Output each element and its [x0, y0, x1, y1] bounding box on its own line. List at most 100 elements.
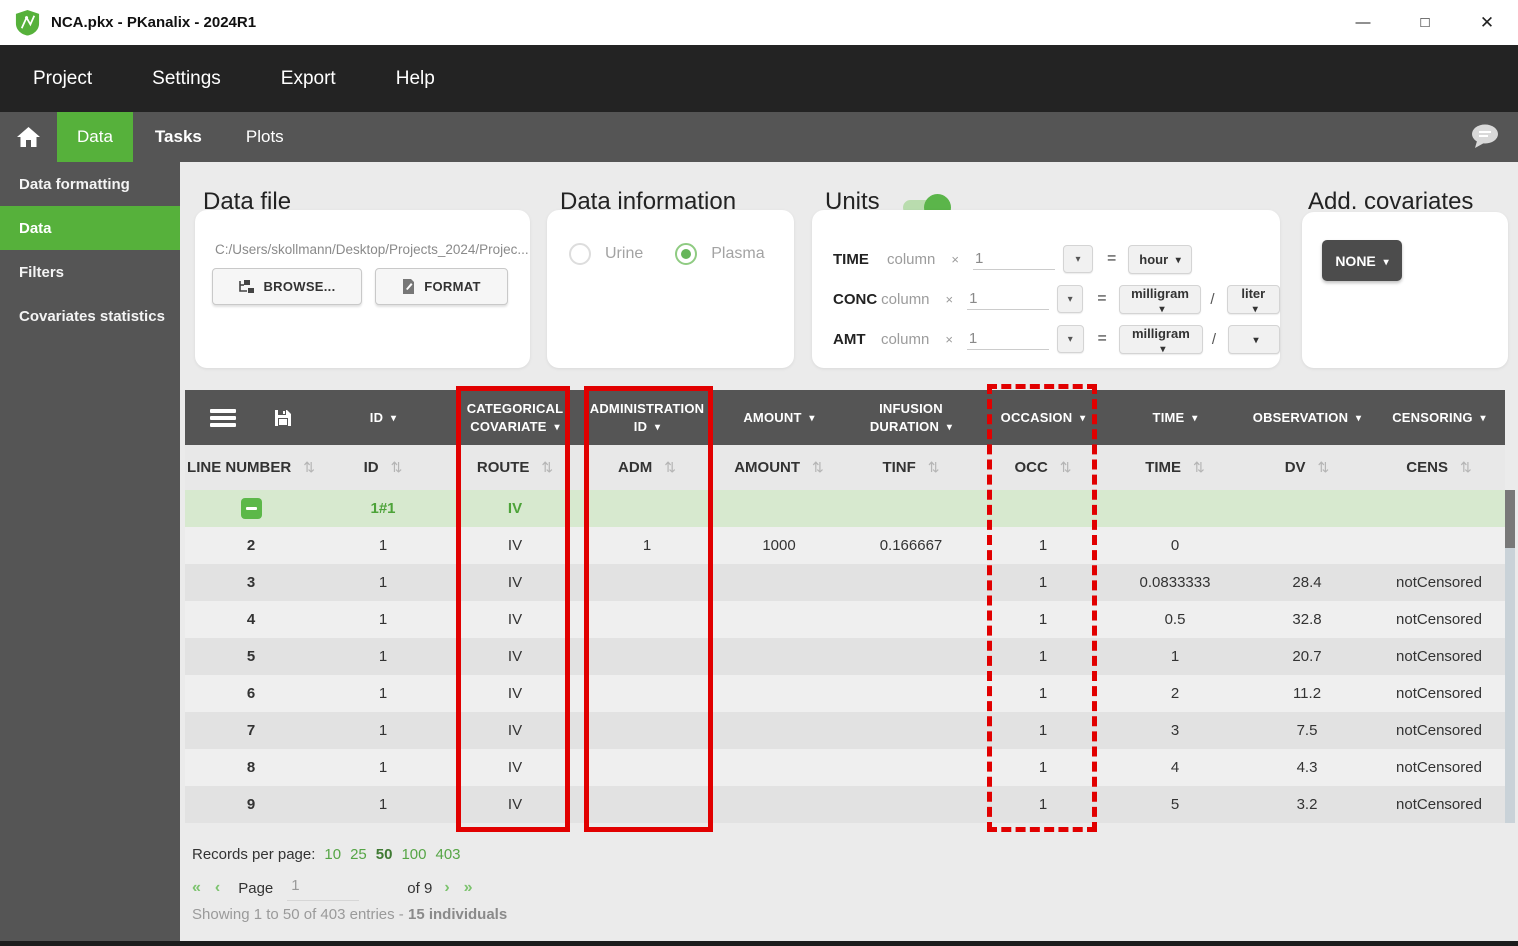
- table-cell: 1: [378, 611, 388, 628]
- browse-button[interactable]: BROWSE...: [212, 268, 362, 305]
- unit-denominator-select-conc[interactable]: liter ▾: [1226, 284, 1280, 315]
- collapse-row-icon[interactable]: [240, 498, 262, 519]
- type-header-id[interactable]: ID ▾: [317, 390, 449, 445]
- unit-multiplier-dropdown[interactable]: ▾: [1057, 285, 1084, 313]
- sort-icon[interactable]: ⇅: [391, 459, 403, 476]
- add-covariates-panel: NONE ▾: [1302, 212, 1508, 368]
- save-icon[interactable]: [274, 409, 292, 427]
- records-option-403[interactable]: 403: [436, 846, 461, 863]
- radio-plasma[interactable]: [675, 243, 698, 265]
- sort-icon[interactable]: ⇅: [1060, 459, 1072, 476]
- radio-label-urine[interactable]: Urine: [605, 245, 643, 263]
- unit-select-conc[interactable]: milligram ▾: [1118, 284, 1202, 315]
- column-header-route: ROUTE ⇅: [449, 445, 581, 490]
- menu-project[interactable]: Project: [33, 68, 92, 90]
- table-cell: [845, 601, 977, 638]
- tab-plots[interactable]: Plots: [224, 112, 306, 162]
- table-cell: [581, 786, 713, 823]
- unit-multiplier-input[interactable]: [967, 288, 1050, 310]
- sort-icon[interactable]: ⇅: [1460, 459, 1472, 476]
- unit-row-label: TIME: [833, 250, 869, 268]
- hamburger-menu-icon[interactable]: [210, 408, 236, 427]
- sort-icon[interactable]: ⇅: [303, 459, 315, 476]
- table-cell: 1: [1170, 648, 1180, 665]
- format-button[interactable]: FORMAT: [375, 268, 508, 305]
- column-header-tinf: TINF ⇅: [845, 445, 977, 490]
- page-number-input[interactable]: [287, 875, 360, 901]
- type-header-categorical-covariate[interactable]: CATEGORICAL COVARIATE ▾: [449, 390, 581, 445]
- unit-column-text: column: [887, 250, 936, 268]
- table-cell: [977, 490, 1109, 527]
- first-page-button[interactable]: «: [192, 879, 201, 897]
- table-cell: [713, 638, 845, 675]
- unit-multiplier-input[interactable]: [966, 328, 1049, 350]
- unit-select-amt[interactable]: milligram ▾: [1118, 324, 1203, 355]
- sort-icon[interactable]: ⇅: [664, 459, 676, 476]
- table-cell: 9: [246, 796, 256, 813]
- records-option-50[interactable]: 50: [376, 846, 393, 863]
- menu-export[interactable]: Export: [281, 68, 336, 90]
- table-row: 1#1 IV: [185, 490, 1505, 527]
- type-header-infusion-duration[interactable]: INFUSION DURATION ▾: [845, 390, 977, 445]
- tab-data[interactable]: Data: [57, 112, 133, 162]
- sidebar: Data formatting Data Filters Covariates sta…: [0, 162, 180, 946]
- type-header-censoring[interactable]: CENSORING ▾: [1373, 390, 1505, 445]
- type-header-occasion[interactable]: OCCASION ▾: [977, 390, 1109, 445]
- sort-icon[interactable]: ⇅: [541, 459, 553, 476]
- sidebar-item-covariates-statistics[interactable]: Covariates statistics: [0, 294, 180, 338]
- table-scrollbar[interactable]: [1505, 490, 1515, 823]
- table-cell: 1: [1038, 796, 1048, 813]
- table-tools: [210, 408, 292, 427]
- type-header-time[interactable]: TIME ▾: [1109, 390, 1241, 445]
- table-cell: 3: [246, 574, 256, 591]
- unit-denominator-select-amt[interactable]: ▾: [1228, 324, 1281, 354]
- page-of-label: of 9: [407, 879, 433, 897]
- table-cell: [713, 490, 845, 527]
- sidebar-item-data-formatting[interactable]: Data formatting: [0, 162, 180, 206]
- records-option-10[interactable]: 10: [324, 846, 341, 863]
- type-header-amount[interactable]: AMOUNT ▾: [713, 390, 845, 445]
- records-option-100[interactable]: 100: [401, 846, 426, 863]
- unit-multiplier-dropdown[interactable]: ▾: [1062, 245, 1093, 273]
- tab-tasks[interactable]: Tasks: [133, 112, 224, 162]
- table-cell: notCensored: [1396, 796, 1482, 813]
- table-cell: notCensored: [1396, 759, 1482, 776]
- prev-page-button[interactable]: ‹: [215, 879, 220, 897]
- table-cell: IV: [507, 722, 523, 739]
- table-cell: 11.2: [1292, 685, 1322, 702]
- radio-label-plasma[interactable]: Plasma: [711, 245, 764, 263]
- maximize-button[interactable]: □: [1394, 0, 1456, 45]
- sort-icon[interactable]: ⇅: [812, 459, 824, 476]
- sort-icon[interactable]: ⇅: [1193, 459, 1205, 476]
- menu-settings[interactable]: Settings: [152, 68, 221, 90]
- sidebar-item-data[interactable]: Data: [0, 206, 180, 250]
- table-cell: [581, 712, 713, 749]
- table-cell: 3: [1170, 722, 1180, 739]
- home-button[interactable]: [0, 112, 57, 162]
- table-cell: 0.166667: [879, 537, 943, 554]
- unit-select-time[interactable]: hour ▾: [1128, 244, 1192, 274]
- sort-icon[interactable]: ⇅: [1318, 459, 1330, 476]
- menu-help[interactable]: Help: [396, 68, 435, 90]
- unit-multiplier-input[interactable]: [972, 248, 1055, 270]
- type-header-observation[interactable]: OBSERVATION ▾: [1241, 390, 1373, 445]
- table-cell: [845, 564, 977, 601]
- minimize-button[interactable]: —: [1332, 0, 1394, 45]
- records-per-page-label: Records per page:: [192, 846, 316, 863]
- sort-icon[interactable]: ⇅: [928, 459, 940, 476]
- column-header-occ: OCC ⇅: [977, 445, 1109, 490]
- table-cell: [845, 786, 977, 823]
- close-button[interactable]: ✕: [1456, 0, 1518, 45]
- sidebar-item-filters[interactable]: Filters: [0, 250, 180, 294]
- last-page-button[interactable]: »: [464, 879, 473, 897]
- table-scrollbar-thumb[interactable]: [1505, 490, 1515, 548]
- chevron-down-icon: ▾: [809, 412, 815, 424]
- unit-multiplier-dropdown[interactable]: ▾: [1056, 325, 1084, 353]
- next-page-button[interactable]: ›: [444, 879, 449, 897]
- add-covariates-none-button[interactable]: NONE ▾: [1322, 240, 1402, 281]
- column-header-cens: CENS ⇅: [1373, 445, 1505, 490]
- type-header-administration-id[interactable]: ADMINISTRATION ID ▾: [581, 390, 713, 445]
- feedback-button[interactable]: [1469, 123, 1503, 151]
- radio-urine[interactable]: [569, 243, 591, 265]
- records-option-25[interactable]: 25: [350, 846, 367, 863]
